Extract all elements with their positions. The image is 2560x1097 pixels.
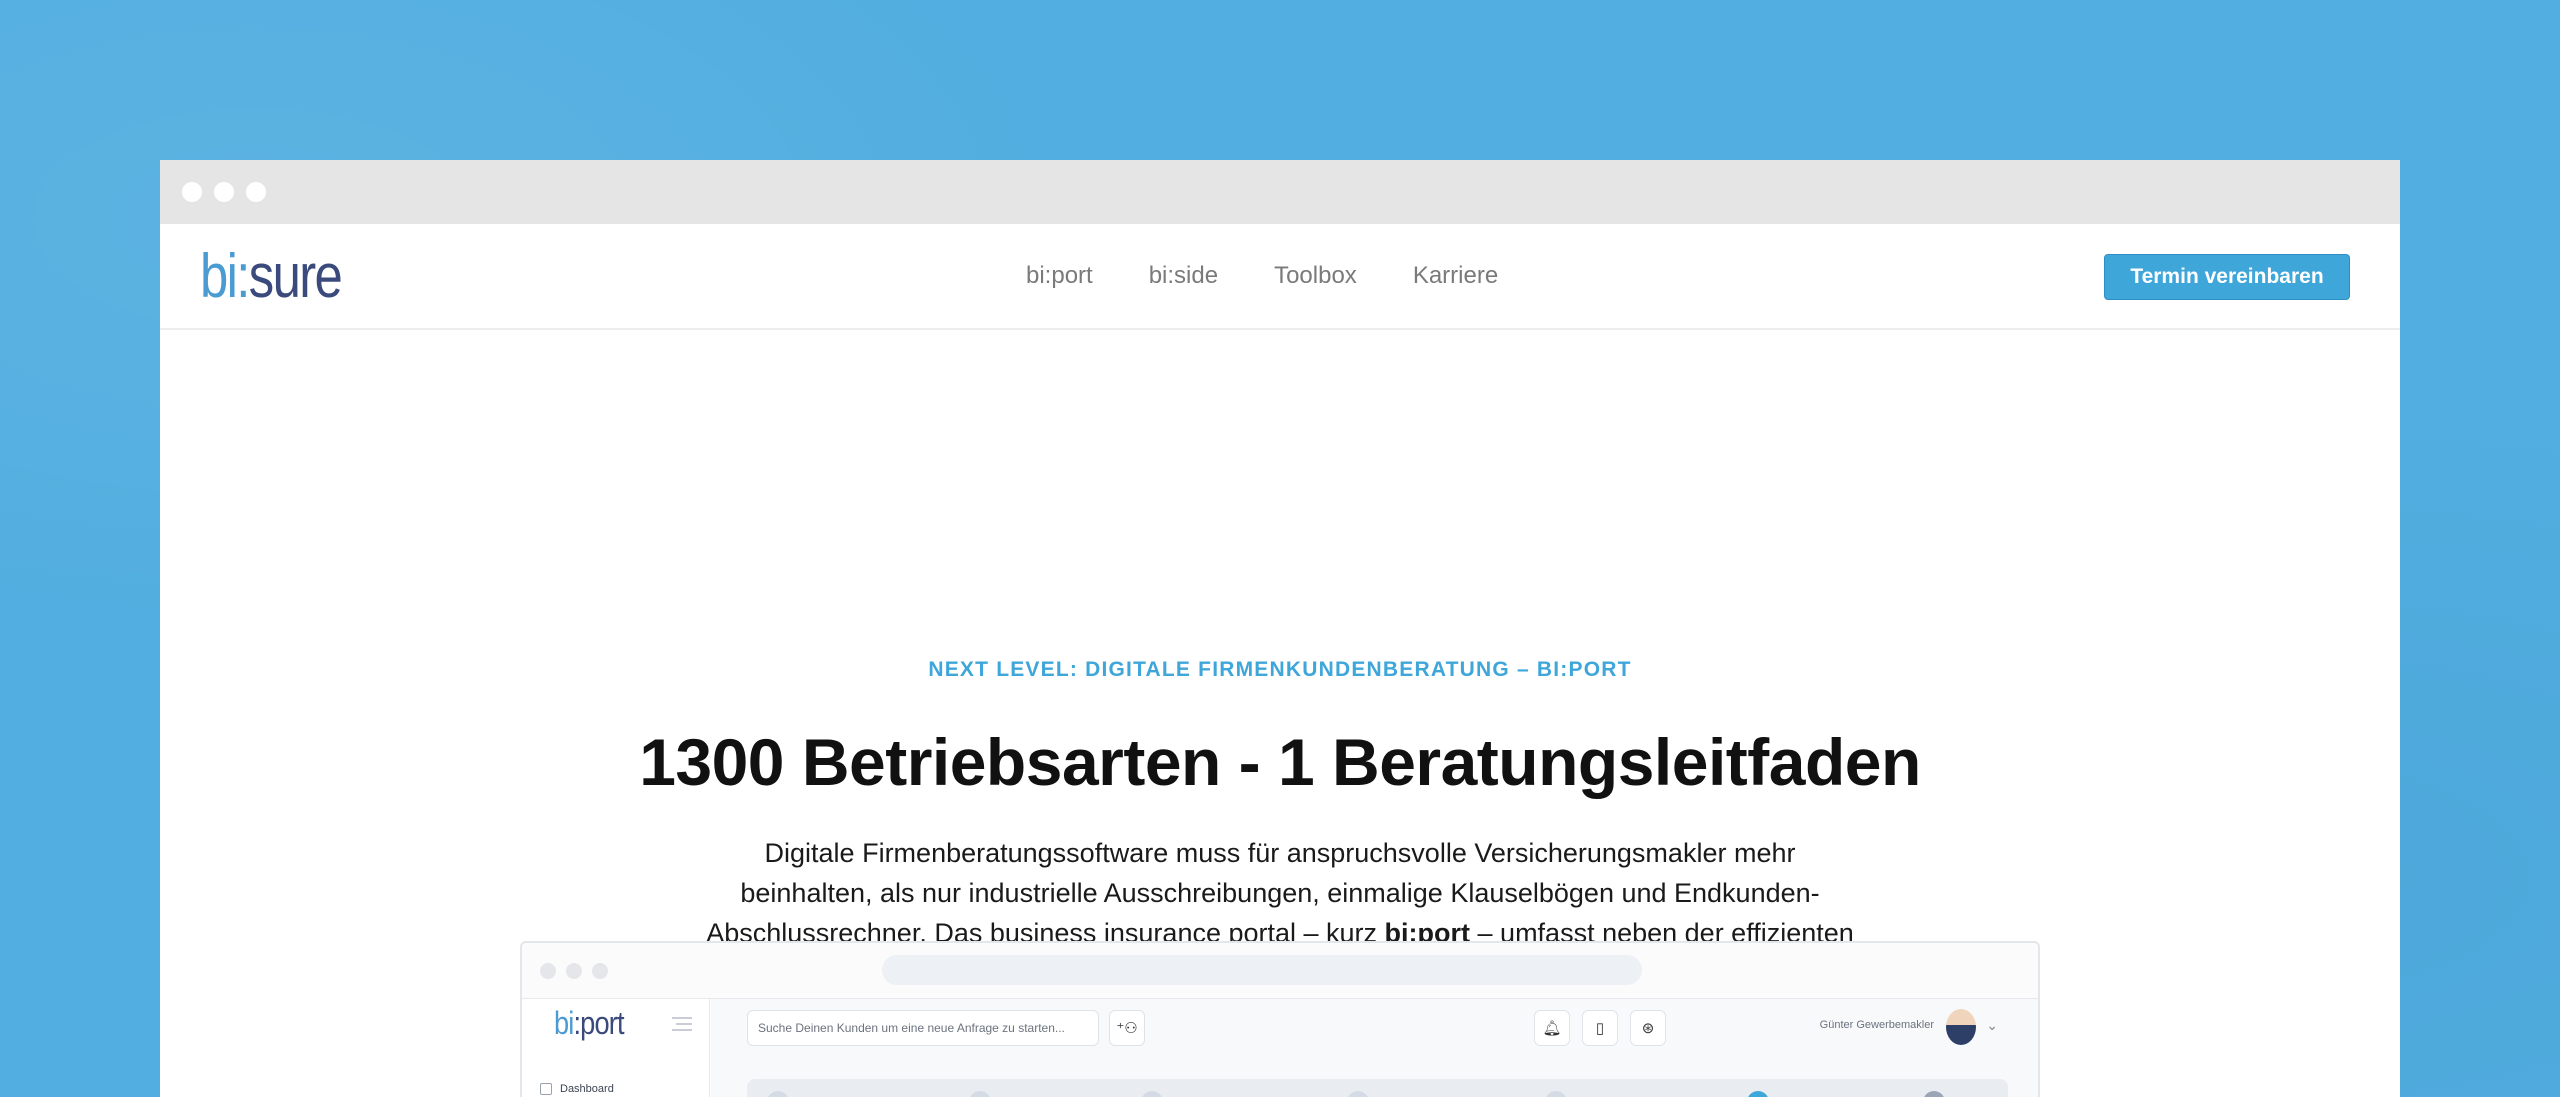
step-dot (1545, 1091, 1567, 1097)
nav-biside[interactable]: bi:side (1149, 262, 1218, 290)
app-preview-main: Suche Deinen Kunden um eine neue Anfrage… (711, 999, 2038, 1097)
app-preview-screenshot: bi:port Dashboard Suche Deinen Kunden um… (520, 941, 2040, 1097)
main-nav: bi:port bi:side Toolbox Karriere (1026, 224, 1498, 328)
add-user-icon: ⁺⚇ (1109, 1010, 1145, 1046)
app-sidebar-item-label: Dashboard (560, 1083, 614, 1095)
nav-biport[interactable]: bi:port (1026, 262, 1093, 290)
app-preview-dot (540, 962, 556, 979)
window-maximize-dot[interactable] (246, 182, 266, 202)
app-logo-port: :port (573, 1005, 624, 1041)
bisure-logo[interactable]: bi: sure (200, 242, 343, 311)
step-dot (1923, 1091, 1945, 1097)
app-preview-dot (566, 962, 582, 979)
home-icon (540, 1083, 552, 1095)
app-sidebar-item-dashboard: Dashboard (540, 1083, 614, 1095)
window-close-dot[interactable] (182, 182, 202, 202)
step-dot (1747, 1091, 1769, 1097)
chevron-down-icon: ⌄ (1986, 1017, 1998, 1033)
app-preview-username: Günter Gewerbemakler (1819, 1019, 1934, 1031)
logo-colon: : (236, 242, 250, 311)
logo-sure: sure (248, 242, 343, 311)
step-dot (969, 1091, 991, 1097)
app-preview-sidebar: bi:port Dashboard (522, 999, 710, 1097)
help-icon: ⊛ (1630, 1010, 1666, 1046)
book-icon: ▯ (1582, 1010, 1618, 1046)
termin-vereinbaren-button[interactable]: Termin vereinbaren (2104, 254, 2350, 300)
app-preview-titlebar (522, 943, 2038, 999)
step-dot (767, 1091, 789, 1097)
app-preview-body: bi:port Dashboard Suche Deinen Kunden um… (522, 999, 2038, 1097)
nav-toolbox[interactable]: Toolbox (1274, 262, 1357, 290)
biport-logo: bi:port (554, 1005, 624, 1042)
window-minimize-dot[interactable] (214, 182, 234, 202)
hero-eyebrow: NEXT LEVEL: DIGITALE FIRMENKUNDENBERATUN… (928, 658, 1632, 681)
logo-bi: bi (200, 242, 238, 311)
nav-karriere[interactable]: Karriere (1413, 262, 1498, 290)
menu-icon (672, 1017, 692, 1031)
app-preview-search-input: Suche Deinen Kunden um eine neue Anfrage… (747, 1010, 1099, 1046)
browser-window: bi: sure bi:port bi:side Toolbox Karriere… (160, 160, 2400, 1097)
app-preview-stepbar (747, 1079, 2008, 1097)
app-preview-dot (592, 962, 608, 979)
hero-headline: 1300 Betriebsarten - 1 Beratungsleitfade… (639, 725, 1921, 799)
app-preview-urlbar (882, 955, 1642, 985)
step-dot (1347, 1091, 1369, 1097)
bell-icon: 🔔︎ (1534, 1010, 1570, 1046)
app-logo-bi: bi (554, 1005, 574, 1041)
avatar (1946, 1009, 1976, 1045)
site-header: bi: sure bi:port bi:side Toolbox Karriere… (160, 224, 2400, 330)
step-dot (1141, 1091, 1163, 1097)
browser-titlebar (160, 160, 2400, 224)
